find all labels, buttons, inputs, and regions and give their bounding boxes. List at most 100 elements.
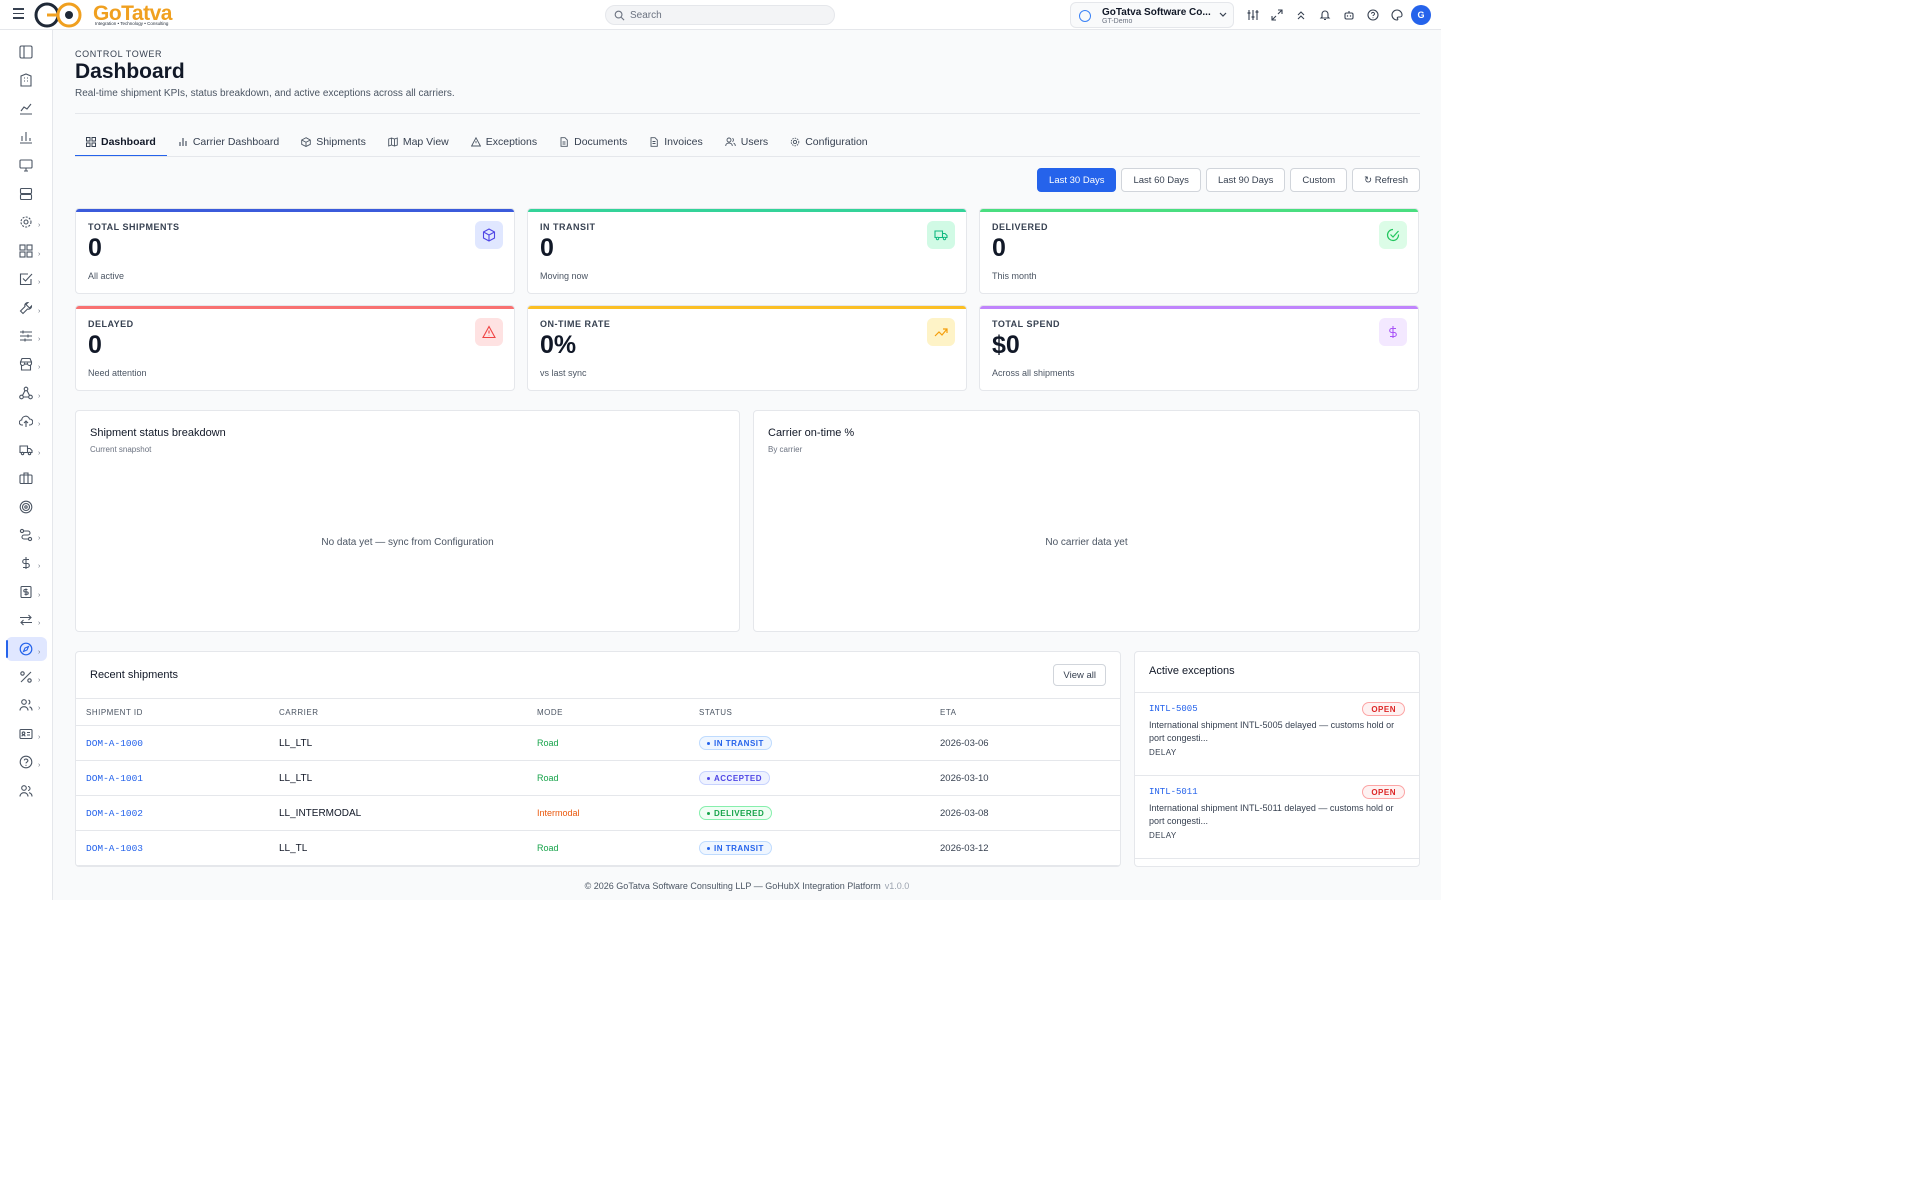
- status-badge: IN TRANSIT: [699, 841, 772, 855]
- sidebar-item-team[interactable]: [6, 779, 47, 803]
- sidebar-item-arrows[interactable]: ›: [6, 608, 47, 632]
- shipment-id-link[interactable]: DOM-A-1003: [76, 830, 269, 866]
- view-all-button[interactable]: View all: [1053, 664, 1106, 686]
- status-label: IN TRANSIT: [714, 843, 764, 853]
- team-icon: [19, 785, 33, 797]
- table-header-row: SHIPMENT ID CARRIER MODE STATUS ETA: [76, 698, 1120, 726]
- tab-map-view[interactable]: Map View: [377, 127, 460, 157]
- sidebar-item-percent[interactable]: ›: [6, 665, 47, 689]
- sidebar-item-cloud-upload[interactable]: ›: [6, 409, 47, 433]
- table-row[interactable]: DOM-A-1000 LL_LTL Road IN TRANSIT 2026-03-06: [76, 725, 1120, 761]
- refresh-button[interactable]: ↻ Refresh: [1352, 168, 1420, 192]
- table-row[interactable]: DOM-A-1002 LL_INTERMODAL Intermodal DELIVER…: [76, 795, 1120, 831]
- sidebar-item-gear[interactable]: ›: [6, 210, 47, 234]
- sidebar-item-receipt[interactable]: ›: [6, 580, 47, 604]
- brand-logo[interactable]: GoTatva Integration • Technology • Consu…: [33, 1, 193, 29]
- sidebar-item-truck[interactable]: ›: [6, 438, 47, 462]
- shipment-id-link[interactable]: DOM-A-1000: [76, 725, 269, 761]
- bot-icon[interactable]: [1341, 7, 1357, 23]
- kpi-value: $0: [992, 331, 1020, 359]
- sidebar-item-store[interactable]: ›: [6, 352, 47, 376]
- tab-carrier-dashboard[interactable]: Carrier Dashboard: [167, 127, 290, 157]
- kpi-label: ON-TIME RATE: [540, 319, 611, 329]
- org-switcher[interactable]: GoTatva Software Co... GT-Demo: [1070, 2, 1234, 28]
- help-icon[interactable]: [1365, 7, 1381, 23]
- sidebar-item-briefcase[interactable]: [6, 466, 47, 490]
- sidebar-item-bar-chart[interactable]: [6, 125, 47, 149]
- sidebar-item-target[interactable]: [6, 495, 47, 519]
- users-icon: [19, 699, 33, 711]
- check-circle-icon: [1379, 221, 1407, 249]
- tab-configuration[interactable]: Configuration: [779, 127, 878, 157]
- tab-documents[interactable]: Documents: [548, 127, 638, 157]
- sidebar-item-network[interactable]: ›: [6, 381, 47, 405]
- carrier-cell: LL_LTL: [269, 725, 527, 761]
- exception-item[interactable]: INTL-5005 OPEN International shipment IN…: [1135, 692, 1419, 775]
- tab-invoices[interactable]: Invoices: [638, 127, 714, 157]
- search-box[interactable]: [605, 5, 835, 25]
- tab-label: Users: [740, 136, 769, 148]
- kpi-sub: vs last sync: [540, 368, 587, 378]
- sidebar-item-building[interactable]: [6, 68, 47, 92]
- sidebar-item-layout[interactable]: [6, 40, 47, 64]
- search-input[interactable]: [630, 8, 820, 22]
- sidebar-item-apps[interactable]: ›: [6, 239, 47, 263]
- store-icon: [19, 357, 33, 371]
- chevron-right-icon: ›: [38, 421, 41, 428]
- tab-label: Documents: [574, 136, 628, 148]
- column-header[interactable]: MODE: [527, 698, 689, 726]
- tab-dashboard[interactable]: Dashboard: [75, 127, 167, 157]
- kpi-accent-bar: [528, 306, 966, 309]
- expand-icon[interactable]: [1269, 7, 1285, 23]
- sidebar-item-wrench[interactable]: ›: [6, 296, 47, 320]
- kpi-value: 0: [992, 234, 1006, 262]
- shipment-id-link[interactable]: DOM-A-1002: [76, 795, 269, 831]
- exception-item[interactable]: INTL-5011 OPEN International shipment IN…: [1135, 775, 1419, 858]
- table-row[interactable]: DOM-A-1001 LL_LTL Road ACCEPTED 2026-03-10: [76, 760, 1120, 796]
- monitor-icon: [19, 159, 33, 172]
- bar-chart-icon: [20, 132, 32, 144]
- sidebar-item-help[interactable]: ›: [6, 750, 47, 774]
- column-header[interactable]: SHIPMENT ID: [76, 698, 269, 726]
- sidebar-item-checkbox[interactable]: ›: [6, 267, 47, 291]
- menu-icon[interactable]: [13, 8, 24, 20]
- tab-users[interactable]: Users: [714, 127, 779, 157]
- sidebar-item-id-card[interactable]: ›: [6, 722, 47, 746]
- sidebar-item-users[interactable]: ›: [6, 693, 47, 717]
- range-30-days-button[interactable]: Last 30 Days: [1037, 168, 1117, 192]
- sidebar-item-dollar[interactable]: ›: [6, 551, 47, 575]
- exception-id[interactable]: INTL-5005: [1149, 704, 1198, 714]
- column-header[interactable]: STATUS: [689, 698, 930, 726]
- kpi-sub: All active: [88, 271, 125, 281]
- tab-shipments[interactable]: Shipments: [290, 127, 377, 157]
- sidebar-item-compass[interactable]: ›: [6, 637, 47, 661]
- range-90-days-button[interactable]: Last 90 Days: [1205, 168, 1286, 192]
- table-row[interactable]: DOM-A-1003 LL_TL Road IN TRANSIT 2026-03-12: [76, 830, 1120, 866]
- shipment-id-link[interactable]: DOM-A-1001: [76, 760, 269, 796]
- compass-icon: [19, 642, 33, 656]
- sidebar-item-monitor[interactable]: [6, 153, 47, 177]
- sidebar-item-line-chart[interactable]: [6, 96, 47, 120]
- sliders-icon[interactable]: [1245, 7, 1261, 23]
- column-header[interactable]: ETA: [930, 698, 1120, 726]
- network-icon: [19, 386, 33, 400]
- tab-exceptions[interactable]: Exceptions: [460, 127, 548, 157]
- users-icon: [725, 137, 736, 147]
- avatar[interactable]: G: [1411, 5, 1431, 25]
- range-60-days-button[interactable]: Last 60 Days: [1121, 168, 1201, 192]
- sidebar-item-sliders[interactable]: ›: [6, 324, 47, 348]
- panel-subtitle: Current snapshot: [90, 445, 152, 454]
- column-header[interactable]: CARRIER: [269, 698, 527, 726]
- sidebar-item-route[interactable]: ›: [6, 523, 47, 547]
- status-badge: IN TRANSIT: [699, 736, 772, 750]
- palette-icon[interactable]: [1389, 7, 1405, 23]
- eta-cell: 2026-03-08: [930, 795, 1120, 831]
- bell-icon[interactable]: [1317, 7, 1333, 23]
- kpi-value: 0%: [540, 331, 577, 359]
- sidebar-item-server[interactable]: [6, 182, 47, 206]
- chevron-right-icon: ›: [38, 620, 41, 627]
- exception-id[interactable]: INTL-5011: [1149, 787, 1198, 797]
- range-custom-button[interactable]: Custom: [1290, 168, 1348, 192]
- page-eyebrow: CONTROL TOWER: [75, 49, 163, 59]
- collapse-icon[interactable]: [1293, 7, 1309, 23]
